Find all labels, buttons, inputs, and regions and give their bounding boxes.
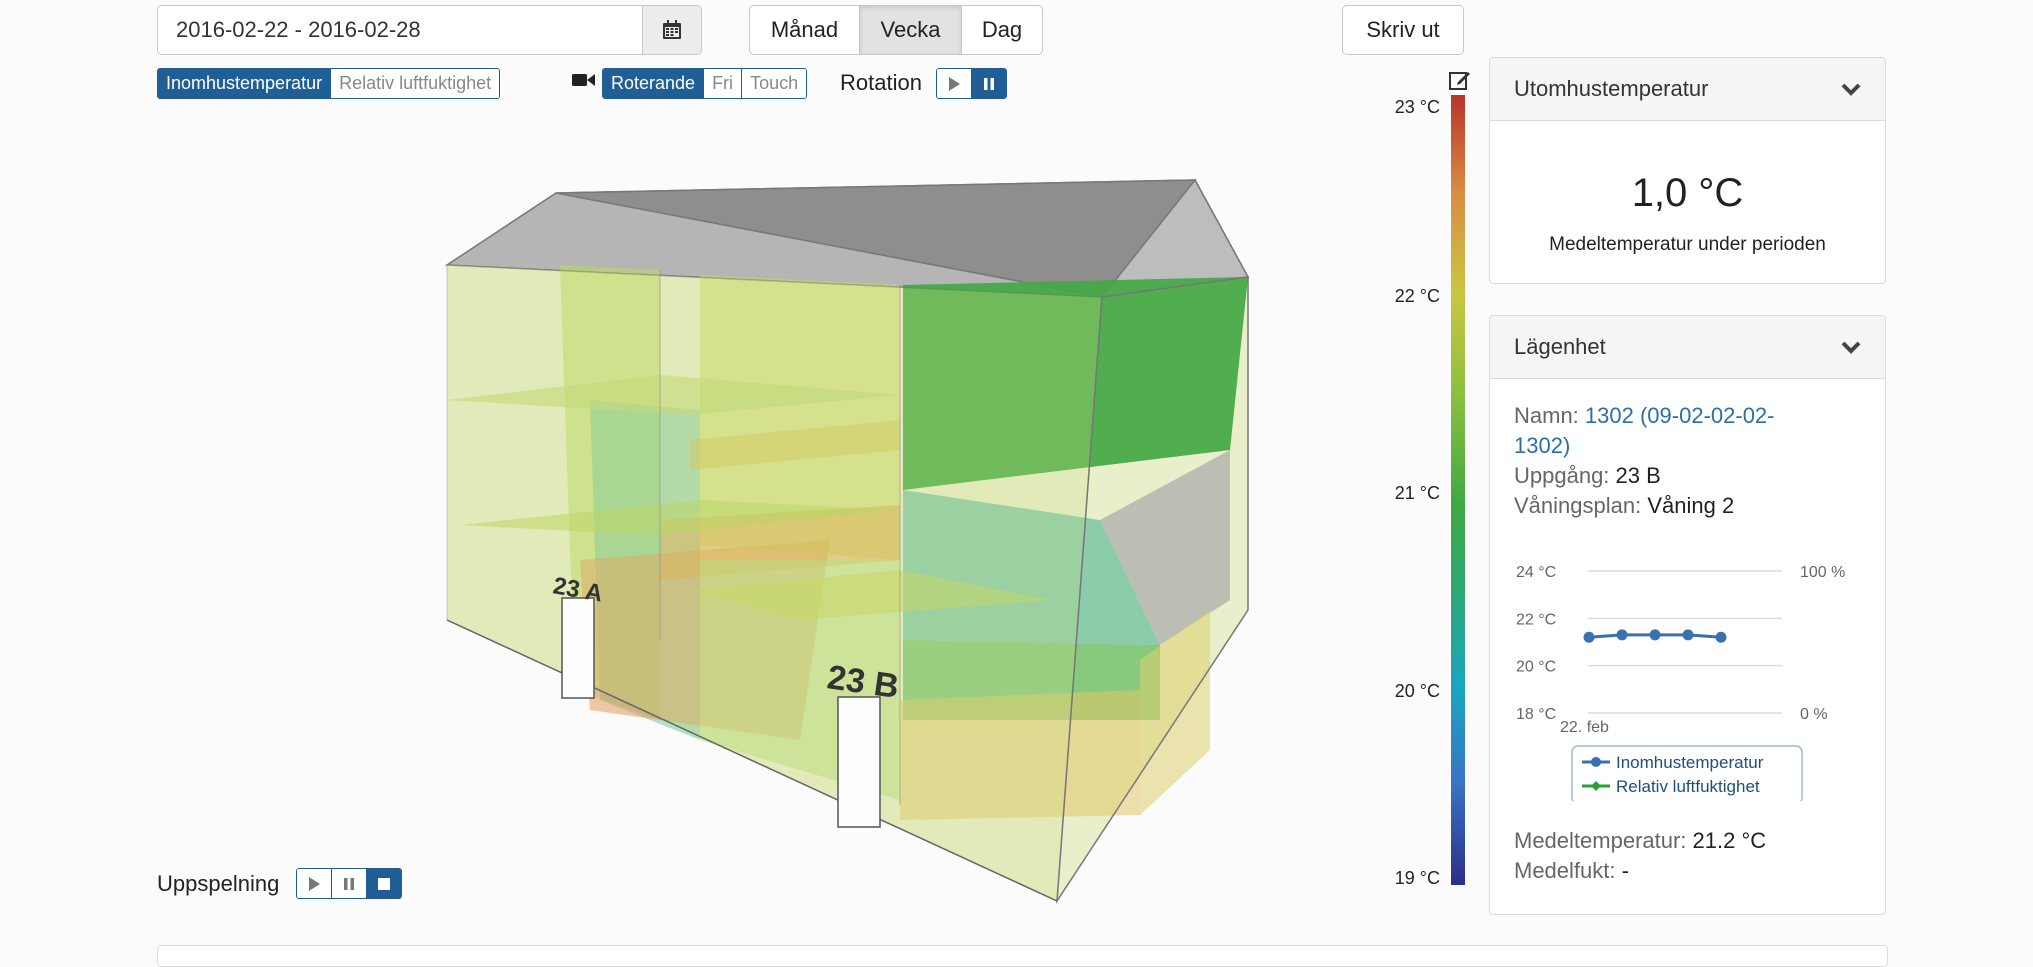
- apartment-mini-chart: 24 °C 22 °C 20 °C 18 °C 100 % 0 % 22. feb Ino…: [1516, 564, 1845, 801]
- bottom-panel: [157, 945, 1888, 967]
- legend-item-indoor[interactable]: Inomhustemperatur: [1616, 753, 1764, 772]
- series-point-indoor[interactable]: [1715, 631, 1727, 643]
- playback-pause-button[interactable]: [331, 869, 366, 898]
- pause-icon: [344, 877, 354, 890]
- series-point-indoor[interactable]: [1583, 631, 1595, 643]
- color-scale-bar: [1451, 95, 1465, 885]
- playback-stop-button[interactable]: [366, 869, 401, 898]
- toggle-relative-humidity[interactable]: Relativ luftfuktighet: [330, 69, 500, 98]
- outdoor-temperature-value: 1,0 °C: [1631, 171, 1744, 215]
- y-tick-left: 24 °C: [1516, 564, 1556, 581]
- apartment-panel-header[interactable]: Lägenhet: [1490, 316, 1885, 379]
- rotation-label: Rotation: [840, 70, 922, 95]
- apartment-name-link[interactable]: 1302 (09-02-02-02-: [1585, 403, 1775, 428]
- period-selector: Månad Vecka Dag: [749, 5, 1043, 55]
- apartment-floor-row: Våningsplan: Våning 2: [1514, 493, 1735, 518]
- video-camera-icon: [572, 74, 595, 86]
- y-tick-left: 18 °C: [1516, 706, 1556, 723]
- rotation-pause-button[interactable]: [971, 69, 1006, 98]
- play-icon: [309, 876, 320, 891]
- date-range-picker[interactable]: [157, 5, 702, 55]
- entrance-door-a: [561, 597, 595, 699]
- entrance-door-b: [837, 696, 881, 828]
- apartment-name-row-cont: 1302): [1514, 431, 1861, 461]
- camera-rotating-button[interactable]: Roterande: [603, 69, 704, 98]
- apartment-panel: Lägenhet Namn: 1302 (09-02-02-02- 1302) …: [1489, 315, 1886, 915]
- measure-toggle: Inomhustemperatur Relativ luftfuktighet: [157, 68, 501, 99]
- period-day-button[interactable]: Dag: [962, 5, 1043, 55]
- chevron-down-icon[interactable]: [1841, 82, 1861, 96]
- scale-label-23: 23 °C: [1394, 97, 1440, 117]
- scale-label-19: 19 °C: [1394, 868, 1440, 888]
- outdoor-panel-header[interactable]: Utomhustemperatur: [1490, 58, 1885, 121]
- scale-label-20: 20 °C: [1394, 681, 1440, 701]
- play-icon: [949, 76, 960, 91]
- average-temperature-row: Medeltemperatur: 21.2 °C: [1514, 828, 1767, 853]
- y-tick-right: 0 %: [1800, 706, 1828, 723]
- edit-scale-icon[interactable]: [1448, 68, 1472, 92]
- series-point-indoor[interactable]: [1649, 629, 1661, 641]
- y-tick-left: 20 °C: [1516, 659, 1556, 676]
- y-tick-left: 22 °C: [1516, 611, 1556, 628]
- camera-free-button[interactable]: Fri: [703, 69, 742, 98]
- period-week-button[interactable]: Vecka: [860, 5, 962, 55]
- scale-label-21: 21 °C: [1394, 483, 1440, 503]
- rotation-play-button[interactable]: [937, 69, 971, 98]
- building-3d-view[interactable]: 23 A 23 B: [400, 160, 1280, 920]
- average-humidity-row: Medelfukt: -: [1514, 858, 1629, 883]
- apartment-panel-title: Lägenhet: [1514, 334, 1606, 359]
- x-tick-label: 22. feb: [1560, 719, 1609, 736]
- playback-play-button[interactable]: [297, 869, 331, 898]
- stop-icon: [378, 877, 390, 890]
- camera-mode-toggle: Roterande Fri Touch: [602, 68, 808, 99]
- facade-front: [446, 264, 1103, 903]
- series-point-indoor[interactable]: [1616, 629, 1628, 641]
- apartment-name-link-cont[interactable]: 1302): [1514, 433, 1570, 458]
- outdoor-panel-title: Utomhustemperatur: [1514, 76, 1709, 101]
- apartment-entrance-row: Uppgång: 23 B: [1514, 463, 1661, 488]
- playback-controls: [296, 868, 402, 899]
- calendar-button[interactable]: [642, 6, 701, 54]
- period-month-button[interactable]: Månad: [749, 5, 860, 55]
- outdoor-temperature-caption: Medeltemperatur under perioden: [1549, 234, 1826, 255]
- camera-touch-button[interactable]: Touch: [741, 69, 807, 98]
- calendar-icon: [663, 20, 681, 39]
- print-button[interactable]: Skriv ut: [1342, 5, 1464, 55]
- toggle-indoor-temperature[interactable]: Inomhustemperatur: [158, 69, 331, 98]
- pause-icon: [984, 77, 994, 90]
- outdoor-temperature-panel: Utomhustemperatur 1,0 °C Medeltemperatur…: [1489, 57, 1886, 284]
- y-tick-right: 100 %: [1800, 564, 1845, 581]
- apartment-name-row: Namn: 1302 (09-02-02-02-: [1514, 403, 1775, 428]
- series-point-indoor[interactable]: [1682, 629, 1694, 641]
- legend-item-humidity[interactable]: Relativ luftfuktighet: [1616, 777, 1760, 796]
- scale-label-22: 22 °C: [1394, 286, 1440, 306]
- rotation-controls: [936, 68, 1007, 99]
- date-range-input[interactable]: [158, 6, 643, 54]
- legend-marker-indoor: [1591, 757, 1601, 767]
- chevron-down-icon[interactable]: [1841, 340, 1861, 354]
- playback-label: Uppspelning: [157, 871, 280, 896]
